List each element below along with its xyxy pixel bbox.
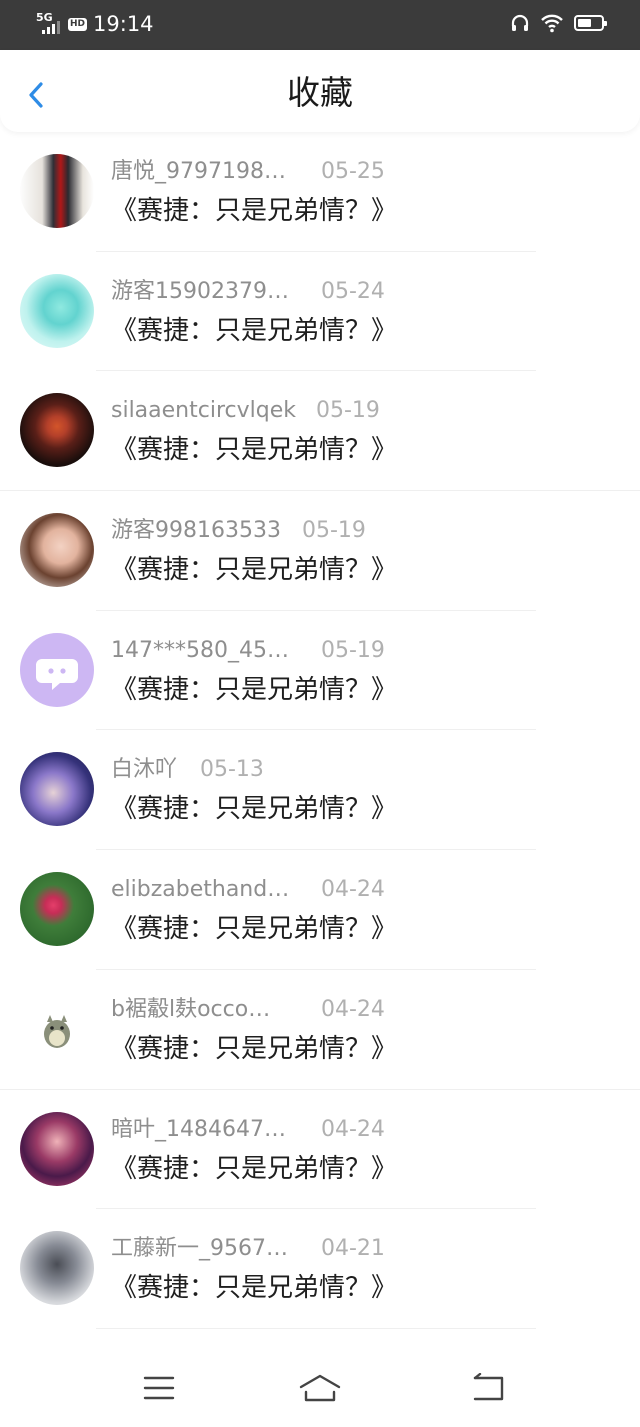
list-item[interactable]: elibzabethand… 04-24 《赛捷：只是兄弟情？》	[0, 850, 640, 970]
item-username: 147***580_45…	[111, 637, 289, 663]
item-username: b裾觳l麸occo…	[111, 996, 271, 1022]
list-item[interactable]: 游客998163533 05-19 《赛捷：只是兄弟情？》	[0, 491, 640, 611]
menu-icon	[143, 1376, 175, 1400]
item-title: 《赛捷：只是兄弟情？》	[111, 1033, 398, 1064]
item-meta: elibzabethand… 04-24	[111, 876, 611, 904]
item-date: 05-24	[321, 278, 385, 304]
battery-level	[578, 19, 591, 27]
page-title: 收藏	[287, 73, 353, 112]
item-meta: 游客998163533 05-19	[111, 517, 611, 545]
navigation-bar	[0, 1345, 640, 1427]
item-meta: b裾觳l麸occo… 04-24	[111, 996, 611, 1024]
avatar[interactable]	[20, 273, 94, 348]
avatar[interactable]	[20, 991, 94, 1066]
item-meta: 游客15902379… 05-24	[111, 278, 611, 306]
avatar[interactable]	[20, 872, 94, 947]
chat-icon	[36, 658, 78, 690]
item-title: 《赛捷：只是兄弟情？》	[111, 196, 398, 226]
item-date: 04-21	[321, 1236, 385, 1262]
list-item[interactable]: 唐悦_9797198… 05-25 《赛捷：只是兄弟情？》	[0, 132, 640, 252]
list-item[interactable]: 暗叶_1484647… 04-24 《赛捷：只是兄弟情？》	[0, 1090, 640, 1210]
avatar[interactable]	[20, 632, 94, 707]
avatar[interactable]	[20, 752, 94, 827]
item-date: 05-19	[302, 518, 366, 544]
item-meta: 工藤新一_9567… 04-21	[111, 1235, 611, 1263]
battery-icon	[574, 15, 607, 31]
item-username: 游客15902379…	[111, 278, 289, 304]
totoro-icon	[44, 1014, 70, 1048]
status-time: 19:14	[93, 12, 154, 36]
item-title: 《赛捷：只是兄弟情？》	[111, 1273, 398, 1304]
item-username: 白沐吖	[111, 757, 178, 783]
avatar[interactable]	[20, 513, 94, 588]
list-item[interactable]: 游客15902379… 05-24 《赛捷：只是兄弟情？》	[0, 252, 640, 372]
back-icon	[473, 1372, 504, 1401]
item-date: 04-24	[321, 996, 385, 1022]
item-title: 《赛捷：只是兄弟情？》	[111, 914, 398, 945]
avatar[interactable]	[20, 393, 94, 468]
item-username: 游客998163533	[111, 518, 281, 544]
item-username: silaaentcircvlqek	[111, 398, 296, 424]
item-title: 《赛捷：只是兄弟情？》	[111, 674, 398, 705]
item-meta: 白沐吖 05-13	[111, 756, 611, 784]
item-title: 《赛捷：只是兄弟情？》	[111, 435, 398, 466]
menu-button[interactable]	[142, 1373, 182, 1403]
avatar[interactable]	[20, 1111, 94, 1186]
item-username: 唐悦_9797198…	[111, 159, 286, 184]
item-title: 《赛捷：只是兄弟情？》	[111, 794, 398, 825]
item-date: 04-24	[321, 877, 385, 903]
item-meta: silaaentcircvlqek 05-19	[111, 397, 611, 425]
home-button[interactable]	[298, 1373, 341, 1403]
home-icon	[299, 1374, 341, 1402]
avatar[interactable]	[20, 1231, 94, 1306]
list-item[interactable]: 147***580_45… 05-19 《赛捷：只是兄弟情？》	[0, 611, 640, 731]
item-username: elibzabethand…	[111, 877, 290, 903]
item-meta: 147***580_45… 05-19	[111, 637, 611, 665]
item-meta: 暗叶_1484647… 04-24	[111, 1116, 611, 1144]
favorites-list: 唐悦_9797198… 05-25 《赛捷：只是兄弟情？》 游客15902379……	[0, 132, 640, 1329]
hd-badge: HD	[68, 17, 88, 31]
item-title: 《赛捷：只是兄弟情？》	[111, 555, 398, 586]
status-bar: 5G HD 19:14	[0, 0, 640, 50]
wifi-icon	[541, 14, 563, 33]
item-date: 05-13	[200, 757, 264, 783]
item-meta: 唐悦_9797198… 05-25	[111, 158, 611, 186]
status-right	[510, 13, 607, 33]
signal-icon: 5G	[36, 12, 62, 36]
avatar[interactable]	[20, 154, 94, 228]
header: 收藏	[0, 50, 640, 132]
list-item[interactable]: silaaentcircvlqek 05-19 《赛捷：只是兄弟情？》	[0, 371, 640, 491]
item-title: 《赛捷：只是兄弟情？》	[111, 1153, 398, 1184]
status-left: 5G HD 19:14	[36, 12, 154, 36]
back-nav-button[interactable]	[470, 1372, 510, 1403]
item-username: 工藤新一_9567…	[111, 1236, 288, 1262]
item-date: 05-19	[321, 637, 385, 663]
list-item[interactable]: 工藤新一_9567… 04-21 《赛捷：只是兄弟情？》	[0, 1209, 640, 1329]
item-date: 05-25	[321, 159, 385, 184]
item-username: 暗叶_1484647…	[111, 1116, 286, 1142]
item-title: 《赛捷：只是兄弟情？》	[111, 315, 398, 346]
headphones-icon	[511, 14, 529, 31]
list-item[interactable]: b裾觳l麸occo… 04-24 《赛捷：只是兄弟情？》	[0, 970, 640, 1090]
list-item[interactable]: 白沐吖 05-13 《赛捷：只是兄弟情？》	[0, 730, 640, 850]
item-date: 05-19	[316, 398, 380, 424]
item-date: 04-24	[321, 1116, 385, 1142]
